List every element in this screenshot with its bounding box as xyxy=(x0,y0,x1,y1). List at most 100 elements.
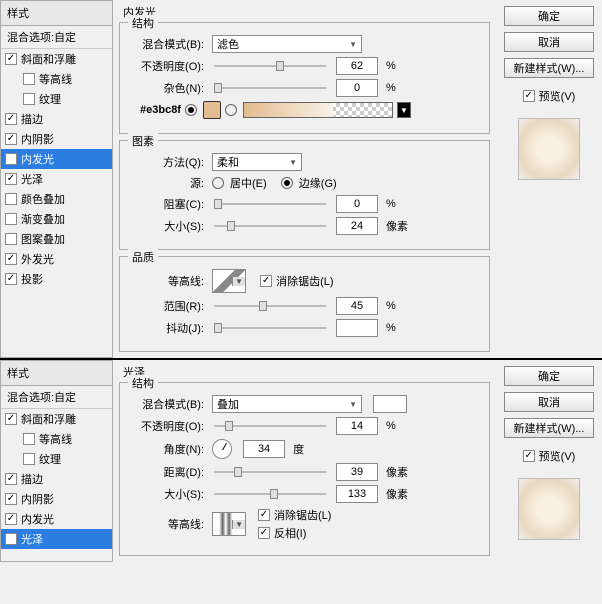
style-item[interactable]: 颜色叠加 xyxy=(1,189,112,209)
select[interactable]: 叠加▼ xyxy=(212,395,362,413)
contour-picker[interactable]: ▼ xyxy=(212,512,246,536)
checkbox[interactable] xyxy=(5,173,17,185)
style-item[interactable]: 等高线 xyxy=(1,69,112,89)
slider[interactable] xyxy=(214,203,326,205)
slider-thumb[interactable] xyxy=(227,221,235,231)
checkbox[interactable] xyxy=(5,133,17,145)
slider-thumb[interactable] xyxy=(259,301,267,311)
checkbox[interactable] xyxy=(5,193,17,205)
preview-checkbox[interactable] xyxy=(523,90,535,102)
color-swatch[interactable] xyxy=(373,395,407,413)
style-label: 图案叠加 xyxy=(21,231,65,247)
style-item[interactable]: 纹理 xyxy=(1,89,112,109)
slider[interactable] xyxy=(214,471,326,473)
field-label: 混合模式(B): xyxy=(130,36,204,52)
style-item[interactable]: 光泽 xyxy=(1,169,112,189)
style-label: 斜面和浮雕 xyxy=(21,411,76,427)
cancel-button[interactable]: 取消 xyxy=(504,32,594,52)
style-item[interactable]: 斜面和浮雕 xyxy=(1,49,112,69)
field-label: 源: xyxy=(130,175,204,191)
angle-dial[interactable] xyxy=(212,439,232,459)
style-item[interactable]: 内发光 xyxy=(1,509,112,529)
checkbox[interactable] xyxy=(5,473,17,485)
select[interactable]: 柔和▼ xyxy=(212,153,302,171)
slider-thumb[interactable] xyxy=(234,467,242,477)
gradient-bar[interactable] xyxy=(243,102,393,118)
style-item[interactable]: 描边 xyxy=(1,469,112,489)
checkbox[interactable] xyxy=(260,275,272,287)
checkbox[interactable] xyxy=(5,273,17,285)
number-input[interactable]: 0 xyxy=(336,79,378,97)
style-label: 投影 xyxy=(21,271,43,287)
radio[interactable] xyxy=(225,104,237,116)
checkbox[interactable] xyxy=(5,513,17,525)
style-item[interactable]: 内发光 xyxy=(1,149,112,169)
style-item[interactable]: 内阴影 xyxy=(1,489,112,509)
number-input[interactable]: 62 xyxy=(336,57,378,75)
checkbox[interactable] xyxy=(5,253,17,265)
number-input[interactable]: 45 xyxy=(336,297,378,315)
checkbox[interactable] xyxy=(23,73,35,85)
checkbox[interactable] xyxy=(5,533,17,545)
checkbox[interactable] xyxy=(5,493,17,505)
style-item[interactable]: 纹理 xyxy=(1,449,112,469)
checkbox[interactable] xyxy=(23,433,35,445)
checkbox[interactable] xyxy=(258,527,270,539)
number-input[interactable] xyxy=(336,319,378,337)
style-item[interactable]: 投影 xyxy=(1,269,112,289)
slider[interactable] xyxy=(214,425,326,427)
slider[interactable] xyxy=(214,225,326,227)
ok-button[interactable]: 确定 xyxy=(504,6,594,26)
style-label: 等高线 xyxy=(39,71,72,87)
blend-options[interactable]: 混合选项:自定 xyxy=(1,26,112,49)
number-input[interactable]: 24 xyxy=(336,217,378,235)
slider-thumb[interactable] xyxy=(214,323,222,333)
style-item[interactable]: 光泽 xyxy=(1,529,112,549)
slider[interactable] xyxy=(214,493,326,495)
style-item[interactable]: 内阴影 xyxy=(1,129,112,149)
number-input[interactable]: 14 xyxy=(336,417,378,435)
slider-thumb[interactable] xyxy=(276,61,284,71)
checkbox[interactable] xyxy=(5,53,17,65)
checkbox[interactable] xyxy=(5,213,17,225)
checkbox[interactable] xyxy=(23,453,35,465)
radio[interactable] xyxy=(281,177,293,189)
radio[interactable] xyxy=(212,177,224,189)
slider-thumb[interactable] xyxy=(214,83,222,93)
style-item[interactable]: 外发光 xyxy=(1,249,112,269)
slider[interactable] xyxy=(214,65,326,67)
slider-thumb[interactable] xyxy=(214,199,222,209)
contour-picker[interactable]: ▼ xyxy=(212,269,246,293)
chevron-down-icon[interactable]: ▼ xyxy=(397,102,411,118)
new-style-button[interactable]: 新建样式(W)... xyxy=(504,418,594,438)
style-item[interactable]: 图案叠加 xyxy=(1,229,112,249)
cancel-button[interactable]: 取消 xyxy=(504,392,594,412)
radio[interactable] xyxy=(185,104,197,116)
color-swatch[interactable] xyxy=(203,101,221,119)
slider[interactable] xyxy=(214,305,326,307)
checkbox[interactable] xyxy=(5,113,17,125)
number-input[interactable]: 0 xyxy=(336,195,378,213)
style-item[interactable]: 描边 xyxy=(1,109,112,129)
checkbox[interactable] xyxy=(23,93,35,105)
ok-button[interactable]: 确定 xyxy=(504,366,594,386)
number-input[interactable]: 133 xyxy=(336,485,378,503)
blend-options[interactable]: 混合选项:自定 xyxy=(1,386,112,409)
number-input[interactable]: 39 xyxy=(336,463,378,481)
checkbox[interactable] xyxy=(5,413,17,425)
new-style-button[interactable]: 新建样式(W)... xyxy=(504,58,594,78)
slider-thumb[interactable] xyxy=(225,421,233,431)
number-input[interactable]: 34 xyxy=(243,440,285,458)
checkbox[interactable] xyxy=(258,509,270,521)
slider[interactable] xyxy=(214,327,326,329)
style-item[interactable]: 斜面和浮雕 xyxy=(1,409,112,429)
select[interactable]: 滤色▼ xyxy=(212,35,362,53)
style-item[interactable]: 等高线 xyxy=(1,429,112,449)
slider[interactable] xyxy=(214,87,326,89)
checkbox[interactable] xyxy=(5,153,17,165)
preview-checkbox[interactable] xyxy=(523,450,535,462)
slider-thumb[interactable] xyxy=(270,489,278,499)
checkbox[interactable] xyxy=(5,233,17,245)
preview-thumbnail xyxy=(518,118,580,180)
style-item[interactable]: 渐变叠加 xyxy=(1,209,112,229)
